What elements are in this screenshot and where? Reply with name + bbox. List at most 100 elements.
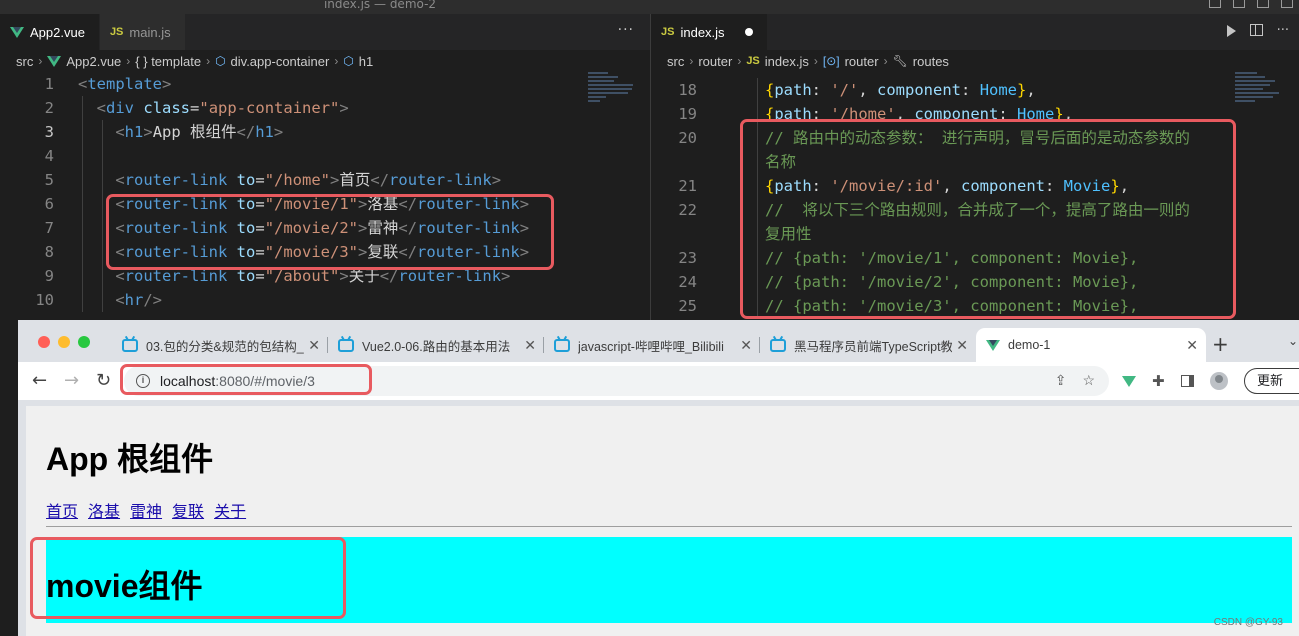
browser-tab-label: demo-1 xyxy=(1008,338,1051,352)
line-number xyxy=(651,222,703,246)
breadcrumb: src › router › JS index.js › [⊙] router … xyxy=(651,50,1299,72)
tab-search-icon[interactable]: ⌄ xyxy=(1288,334,1298,348)
tab-label: main.js xyxy=(129,24,171,40)
page-title: App 根组件 xyxy=(46,441,214,477)
link-movie-3[interactable]: 复联 xyxy=(172,498,204,522)
breadcrumb-item[interactable]: { } template xyxy=(135,54,201,69)
reload-icon[interactable]: ↻ xyxy=(96,370,111,391)
vue-icon xyxy=(10,26,24,38)
toggle-secondary-sidebar-icon[interactable] xyxy=(1257,0,1269,8)
close-tab-icon[interactable]: ✕ xyxy=(308,337,320,354)
breadcrumb-item[interactable]: router xyxy=(698,54,732,69)
forward-arrow-icon[interactable]: → xyxy=(64,370,79,391)
split-editor-icon[interactable] xyxy=(1249,24,1263,36)
update-label: 更新 xyxy=(1257,373,1284,388)
bookmark-star-icon[interactable]: ☆ xyxy=(1082,372,1095,389)
new-tab-icon[interactable]: + xyxy=(1212,332,1229,356)
code-area[interactable]: 1 <template> 2 <div class="app-container… xyxy=(0,72,650,312)
breadcrumb-item[interactable]: index.js xyxy=(765,54,809,69)
code-line: 2 <div class="app-container"> xyxy=(0,96,650,120)
line-number: 8 xyxy=(44,243,54,261)
tab-label: App2.vue xyxy=(30,24,85,40)
breadcrumb-item[interactable]: src xyxy=(667,54,684,69)
customize-layout-icon[interactable] xyxy=(1281,0,1293,8)
js-icon: JS xyxy=(109,26,124,38)
tab-main-js[interactable]: JS main.js xyxy=(99,14,186,50)
code-text: <router-link to="/home">首页</router-link> xyxy=(115,171,502,189)
breadcrumb-item[interactable]: div.app-container xyxy=(231,54,330,69)
code-text: <hr/> xyxy=(115,291,163,309)
left-editor: App2.vue JS main.js ··· src › App2.vue ›… xyxy=(0,14,650,320)
minimap[interactable] xyxy=(1235,72,1290,142)
line-number: 20 xyxy=(678,129,697,147)
highlight-box-router-links xyxy=(106,194,554,270)
chevron-right-icon: › xyxy=(126,54,131,68)
line-number: 7 xyxy=(44,219,54,237)
close-tab-icon[interactable]: ✕ xyxy=(1186,337,1198,354)
tab-label: index.js xyxy=(680,24,725,40)
breadcrumb-item[interactable]: h1 xyxy=(359,54,373,69)
more-actions-icon[interactable]: ··· xyxy=(1277,23,1289,38)
line-number: 25 xyxy=(678,297,697,315)
breadcrumb-item[interactable]: App2.vue xyxy=(66,54,121,69)
close-window-icon[interactable] xyxy=(38,336,50,348)
update-button[interactable]: 更新 xyxy=(1244,368,1299,394)
unsaved-dot-icon[interactable] xyxy=(744,28,753,36)
link-movie-1[interactable]: 洛基 xyxy=(88,498,120,522)
link-home[interactable]: 首页 xyxy=(46,498,78,522)
close-tab-icon[interactable]: ✕ xyxy=(524,337,536,354)
line-number: 21 xyxy=(678,177,697,195)
link-movie-2[interactable]: 雷神 xyxy=(130,498,162,522)
profile-avatar-icon[interactable] xyxy=(1209,372,1228,390)
chevron-right-icon: › xyxy=(689,54,694,68)
breadcrumb: src › App2.vue › { } template › ⬡ div.ap… xyxy=(0,50,650,72)
js-icon: JS xyxy=(746,55,760,67)
breadcrumb-item[interactable]: router xyxy=(845,54,879,69)
right-tabbar: JS index.js ··· xyxy=(651,14,1299,50)
tab-index-js[interactable]: JS index.js xyxy=(651,14,768,50)
browser-tab[interactable]: javascript-哔哩哔哩_Bilibili ✕ xyxy=(544,328,760,362)
highlight-box-dynamic-route xyxy=(740,119,1236,319)
minimize-window-icon[interactable] xyxy=(58,336,70,348)
tab-app2-vue[interactable]: App2.vue xyxy=(0,14,100,50)
maximize-window-icon[interactable] xyxy=(78,336,90,348)
line-number xyxy=(651,150,703,174)
more-actions-icon[interactable]: ··· xyxy=(618,22,634,38)
code-text: {path: '/', component: Home}, xyxy=(765,81,1036,99)
extensions-row: ✚ xyxy=(1122,372,1228,390)
code-text: <template> xyxy=(78,75,172,93)
breadcrumb-item[interactable]: src xyxy=(16,54,33,69)
window-controls xyxy=(38,336,90,348)
toggle-sidebar-icon[interactable] xyxy=(1209,0,1221,8)
close-tab-icon[interactable]: ✕ xyxy=(956,337,968,354)
vue-devtools-icon[interactable] xyxy=(1122,375,1136,387)
chevron-right-icon: › xyxy=(334,54,339,68)
wrench-icon: 🔧︎ xyxy=(892,54,908,68)
browser-tab-label: 03.包的分类&规范的包结构_ xyxy=(146,339,304,354)
run-icon[interactable] xyxy=(1226,25,1236,37)
share-icon[interactable]: ⇪ xyxy=(1055,372,1067,389)
link-about[interactable]: 关于 xyxy=(214,498,246,522)
toggle-panel-icon[interactable] xyxy=(1233,0,1245,8)
code-text: <h1>App 根组件</h1> xyxy=(115,123,284,141)
back-arrow-icon[interactable]: ← xyxy=(32,370,47,391)
browser-tab[interactable]: 03.包的分类&规范的包结构_ ✕ xyxy=(112,328,328,362)
vue-icon xyxy=(986,339,1000,351)
window-title: index.js — demo-2 xyxy=(323,0,437,11)
breadcrumb-item[interactable]: routes xyxy=(913,54,949,69)
close-tab-icon[interactable]: ✕ xyxy=(740,337,752,354)
browser-tab-active[interactable]: demo-1 ✕ xyxy=(976,328,1206,362)
bilibili-icon xyxy=(338,338,354,352)
chevron-right-icon: › xyxy=(813,54,818,68)
watermark: CSDN @GY-93 xyxy=(1213,617,1283,628)
side-panel-icon[interactable] xyxy=(1180,375,1194,387)
code-line: 1 <template> xyxy=(0,72,650,96)
extensions-puzzle-icon[interactable]: ✚ xyxy=(1152,372,1165,390)
line-number: 3 xyxy=(44,123,54,141)
browser-tab[interactable]: Vue2.0-06.路由的基本用法 ✕ xyxy=(328,328,544,362)
minimap[interactable] xyxy=(588,72,643,142)
browser-tab[interactable]: 黑马程序员前端TypeScript教 ✕ xyxy=(760,328,976,362)
left-tabbar: App2.vue JS main.js ··· xyxy=(0,14,650,50)
variable-icon: [⊙] xyxy=(822,54,840,68)
code-text: <div class="app-container"> xyxy=(96,99,349,117)
